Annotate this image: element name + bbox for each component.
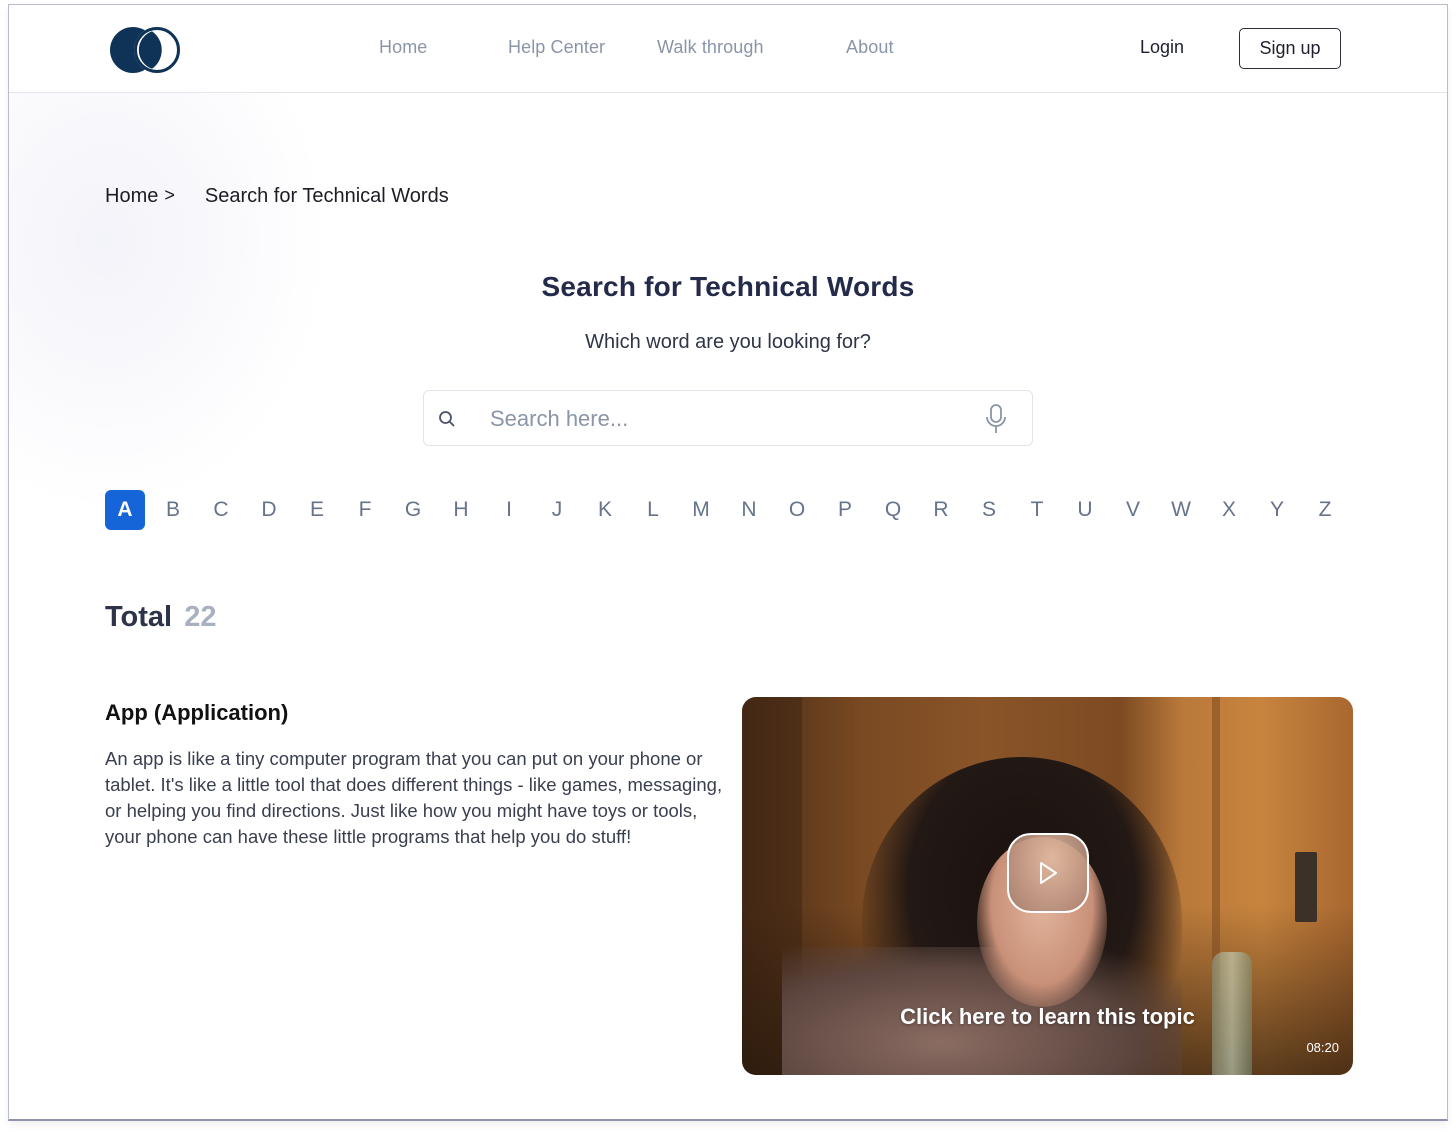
signup-button[interactable]: Sign up (1239, 28, 1341, 69)
breadcrumb-home[interactable]: Home (105, 185, 158, 208)
letter-filter-n[interactable]: N (729, 490, 769, 530)
letter-filter-g[interactable]: G (393, 490, 433, 530)
letter-filter-o[interactable]: O (777, 490, 817, 530)
page-frame: Home Help Center Walk through About Logi… (8, 4, 1448, 1121)
page-subtitle: Which word are you looking for? (585, 331, 871, 353)
letter-filter-z[interactable]: Z (1305, 490, 1345, 530)
letter-filter-e[interactable]: E (297, 490, 337, 530)
login-link[interactable]: Login (1140, 37, 1184, 58)
word-title: App (Application) (105, 700, 289, 725)
breadcrumb-current: Search for Technical Words (204, 185, 449, 207)
nav-help-center[interactable]: Help Center (508, 37, 605, 58)
letter-filter-i[interactable]: I (489, 490, 529, 530)
letter-filter-l[interactable]: L (633, 490, 673, 530)
letter-filter-v[interactable]: V (1113, 490, 1153, 530)
breadcrumb-separator: > (164, 185, 175, 205)
play-icon (1040, 862, 1057, 884)
brand-logo-icon[interactable] (107, 25, 187, 75)
search-icon[interactable] (438, 410, 456, 428)
letter-filter-t[interactable]: T (1017, 490, 1057, 530)
video-duration: 08:20 (1306, 1040, 1339, 1055)
breadcrumb: Home > Search for Technical Words (105, 185, 449, 208)
letter-filter-y[interactable]: Y (1257, 490, 1297, 530)
letter-filter-c[interactable]: C (201, 490, 241, 530)
letter-filter-p[interactable]: P (825, 490, 865, 530)
search-input[interactable] (490, 401, 960, 437)
nav-walk-through[interactable]: Walk through (657, 37, 764, 58)
letter-filter-b[interactable]: B (153, 490, 193, 530)
letter-filter-s[interactable]: S (969, 490, 1009, 530)
results-total: Total 22 (105, 601, 216, 634)
letter-filter-w[interactable]: W (1161, 490, 1201, 530)
alphabet-filter: ABCDEFGHIJKLMNOPQRSTUVWXYZ (105, 490, 1353, 530)
page-title: Search for Technical Words (541, 271, 915, 302)
nav-about[interactable]: About (846, 37, 894, 58)
play-button[interactable] (1007, 833, 1089, 913)
letter-filter-j[interactable]: J (537, 490, 577, 530)
nav-home[interactable]: Home (379, 37, 427, 58)
word-description: An app is like a tiny computer program t… (105, 748, 723, 847)
video-caption: Click here to learn this topic (900, 1004, 1195, 1029)
top-navbar: Home Help Center Walk through About Logi… (9, 5, 1447, 93)
letter-filter-h[interactable]: H (441, 490, 481, 530)
letter-filter-f[interactable]: F (345, 490, 385, 530)
total-label: Total (105, 601, 173, 633)
letter-filter-r[interactable]: R (921, 490, 961, 530)
background-decoration (9, 93, 329, 513)
letter-filter-a[interactable]: A (105, 490, 145, 530)
letter-filter-q[interactable]: Q (873, 490, 913, 530)
letter-filter-k[interactable]: K (585, 490, 625, 530)
letter-filter-m[interactable]: M (681, 490, 721, 530)
video-thumbnail[interactable]: Click here to learn this topic 08:20 (742, 697, 1353, 1075)
microphone-icon[interactable] (984, 403, 1008, 435)
video-background-frame (1295, 852, 1317, 922)
letter-filter-x[interactable]: X (1209, 490, 1249, 530)
letter-filter-d[interactable]: D (249, 490, 289, 530)
search-bar (423, 390, 1033, 446)
total-count: 22 (184, 601, 217, 633)
letter-filter-u[interactable]: U (1065, 490, 1105, 530)
